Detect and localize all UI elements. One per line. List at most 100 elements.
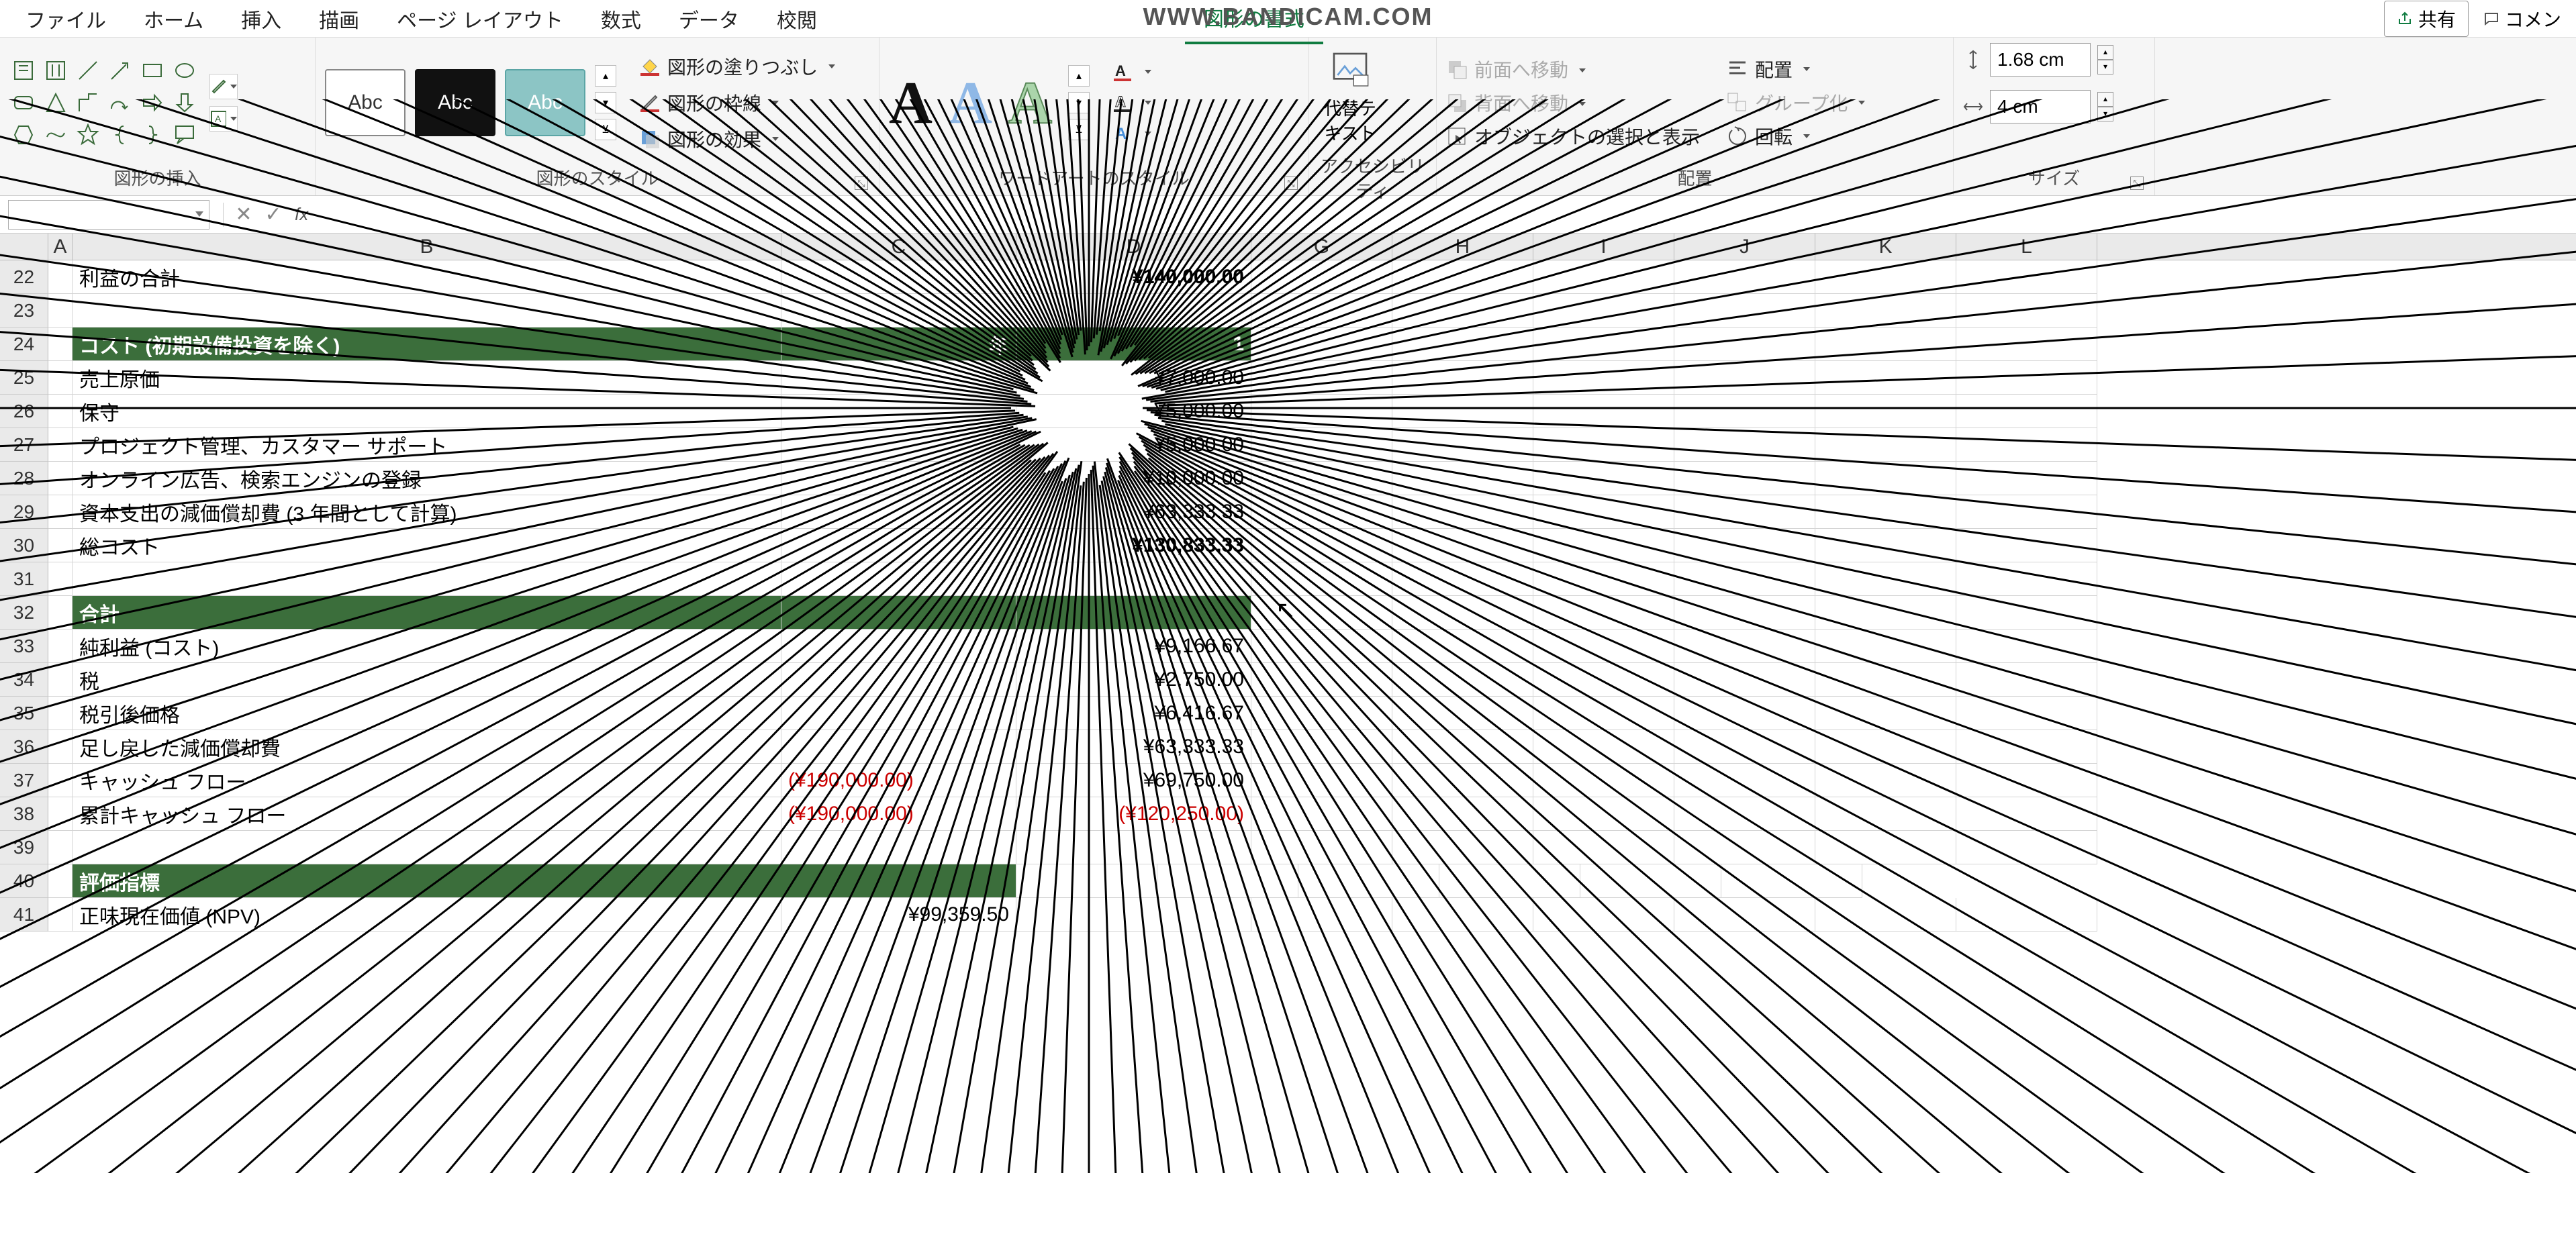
cell-K24[interactable] [1815, 328, 1956, 361]
cell-H23[interactable] [1392, 294, 1533, 328]
cell-D37[interactable]: ¥69,750.00 [1016, 764, 1251, 797]
cell-A33[interactable] [48, 630, 73, 663]
cell-D27[interactable]: ¥5,000.00 [1016, 428, 1251, 462]
height-up[interactable]: ▴ [2097, 45, 2113, 60]
shape-width-input[interactable] [1990, 90, 2091, 123]
cell-B26[interactable]: 保守 [73, 395, 781, 428]
cell-K36[interactable] [1815, 730, 1956, 764]
col-header-D[interactable]: D [1016, 234, 1251, 260]
wordart-preset-2[interactable]: A [949, 68, 992, 138]
cell-A32[interactable] [48, 596, 73, 630]
cell-B35[interactable]: 税引後価格 [73, 697, 781, 730]
shape-freeform[interactable] [42, 121, 70, 149]
cell-H26[interactable] [1392, 395, 1533, 428]
cell-B22[interactable]: 利益の合計 [73, 260, 781, 294]
cell-A36[interactable] [48, 730, 73, 764]
cell-C29[interactable] [781, 495, 1016, 529]
cell-J34[interactable] [1674, 663, 1815, 697]
cell-D34[interactable]: ¥2,750.00 [1016, 663, 1251, 697]
gallery-more[interactable]: ⊻ [595, 119, 616, 140]
rotate-button[interactable]: 回転 [1727, 123, 1865, 150]
cell-K38[interactable] [1815, 797, 1956, 831]
cell-G31[interactable] [1251, 562, 1392, 596]
row-header-41[interactable]: 41 [0, 898, 48, 932]
text-box-button[interactable]: A [209, 106, 238, 132]
cell-K23[interactable] [1815, 294, 1956, 328]
cell-D35[interactable]: ¥6,416.67 [1016, 697, 1251, 730]
cell-L38[interactable] [1956, 797, 2097, 831]
col-header-C[interactable]: C [781, 234, 1016, 260]
cell-I39[interactable] [1533, 831, 1674, 864]
cell-G22[interactable] [1251, 260, 1392, 294]
row-header-22[interactable]: 22 [0, 260, 48, 294]
cell-B27[interactable]: プロジェクト管理、カスタマー サポート [73, 428, 781, 462]
cell-B30[interactable]: 総コスト [73, 529, 781, 562]
align-button[interactable]: 配置 [1727, 56, 1865, 83]
gallery-up[interactable]: ▴ [595, 65, 616, 87]
cell-I34[interactable] [1533, 663, 1674, 697]
cell-D28[interactable]: ¥10,000.00 [1016, 462, 1251, 495]
cell-J32[interactable] [1674, 596, 1815, 630]
cell-J22[interactable] [1674, 260, 1815, 294]
cell-J29[interactable] [1674, 495, 1815, 529]
cell-L23[interactable] [1956, 294, 2097, 328]
cell-A26[interactable] [48, 395, 73, 428]
row-header-24[interactable]: 24 [0, 328, 48, 361]
cell-D30[interactable]: ¥130,833.33 [1016, 529, 1251, 562]
shape-height-input[interactable] [1990, 43, 2091, 77]
cell-C23[interactable] [781, 294, 1016, 328]
cell-I33[interactable] [1533, 630, 1674, 663]
tab-data[interactable]: データ [660, 0, 758, 43]
cell-C36[interactable] [781, 730, 1016, 764]
cell-J24[interactable] [1674, 328, 1815, 361]
cell-H28[interactable] [1392, 462, 1533, 495]
row-header-26[interactable]: 26 [0, 395, 48, 428]
col-header-J[interactable]: J [1674, 234, 1815, 260]
cell-L29[interactable] [1956, 495, 2097, 529]
cell-C34[interactable] [781, 663, 1016, 697]
width-up[interactable]: ▴ [2097, 92, 2113, 107]
shape-oval[interactable] [171, 56, 199, 85]
shapes-gallery[interactable] [9, 56, 199, 149]
cell-B24[interactable]: コスト (初期設備投資を除く) [73, 328, 781, 361]
cell-K30[interactable] [1815, 529, 1956, 562]
shape-right-arrow[interactable] [138, 89, 166, 117]
cell-G28[interactable] [1251, 462, 1392, 495]
shape-effects-button[interactable]: 図形の効果 [639, 126, 835, 152]
cell-H31[interactable] [1392, 562, 1533, 596]
gallery-down[interactable]: ▾ [595, 92, 616, 113]
cell-B28[interactable]: オンライン広告、検索エンジンの登録 [73, 462, 781, 495]
cell-L34[interactable] [1956, 663, 2097, 697]
row-header-37[interactable]: 37 [0, 764, 48, 797]
send-backward-button[interactable]: 背面へ移動 [1446, 89, 1700, 116]
text-effects-button[interactable]: A [1112, 123, 1151, 144]
tab-file[interactable]: ファイル [7, 0, 125, 43]
cell-I27[interactable] [1533, 428, 1674, 462]
cell-L26[interactable] [1956, 395, 2097, 428]
cell-A23[interactable] [48, 294, 73, 328]
cell-A37[interactable] [48, 764, 73, 797]
cell-L39[interactable] [1956, 831, 2097, 864]
cell-D33[interactable]: ¥9,166.67 [1016, 630, 1251, 663]
cell-G34[interactable] [1251, 663, 1392, 697]
style-swatch-3[interactable]: Abc [505, 69, 585, 136]
cell-A41[interactable] [48, 898, 73, 932]
shape-brace-r[interactable] [138, 121, 166, 149]
shape-down-arrow[interactable] [171, 89, 199, 117]
cancel-formula-button[interactable]: ✕ [229, 200, 258, 230]
shape-line[interactable] [74, 56, 102, 85]
shape-curve-arrow[interactable] [106, 89, 134, 117]
shape-callout[interactable] [171, 121, 199, 149]
cell-H37[interactable] [1392, 764, 1533, 797]
alt-text-button[interactable]: 代替テキスト [1319, 43, 1382, 150]
shape-outline-button[interactable]: 図形の枠線 [639, 89, 835, 116]
cell-J36[interactable] [1674, 730, 1815, 764]
cell-J27[interactable] [1674, 428, 1815, 462]
cell-B38[interactable]: 累計キャッシュ フロー [73, 797, 781, 831]
cell-L36[interactable] [1956, 730, 2097, 764]
cell-I26[interactable] [1533, 395, 1674, 428]
edit-shape-button[interactable] [209, 74, 238, 99]
cell-H35[interactable] [1392, 697, 1533, 730]
cell-H39[interactable] [1392, 831, 1533, 864]
style-swatch-1[interactable]: Abc [325, 69, 406, 136]
